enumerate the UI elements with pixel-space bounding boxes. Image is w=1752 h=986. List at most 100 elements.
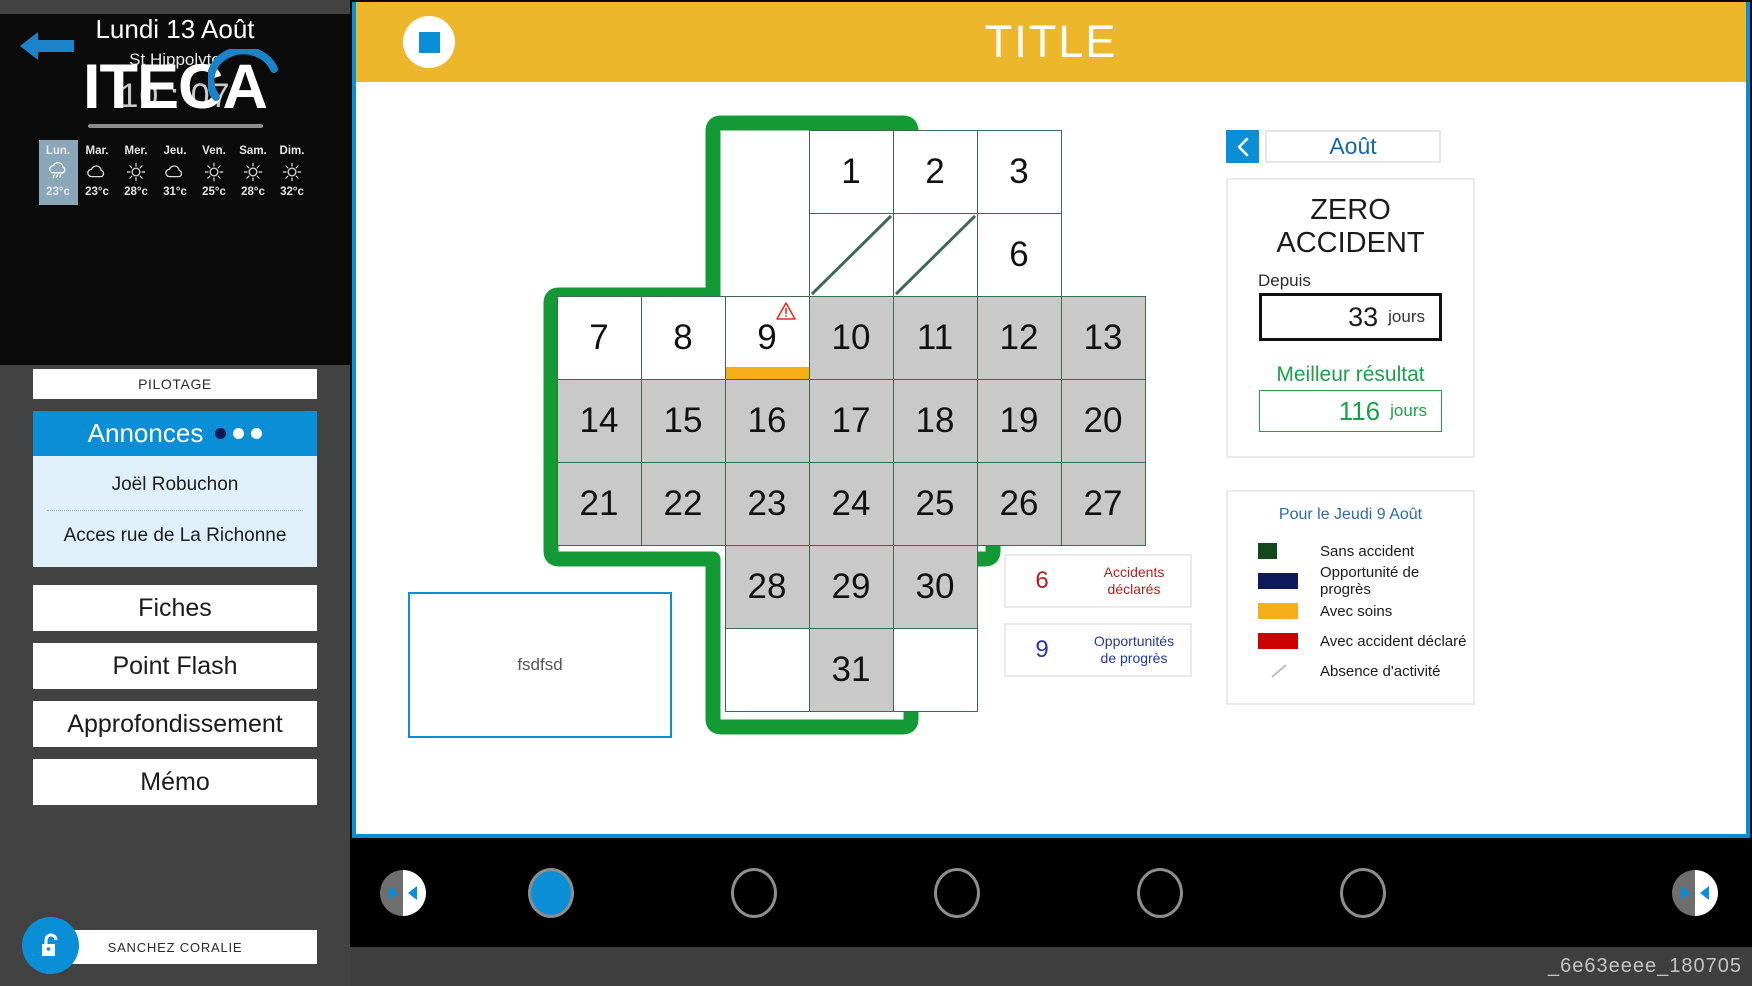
day-number: 10 xyxy=(831,317,871,357)
calendar-day-30[interactable]: 30 xyxy=(892,544,978,629)
stat-label-line2: déclarés xyxy=(1107,581,1161,597)
calendar-day-22[interactable]: 22 xyxy=(640,461,726,546)
sidebar-menu: PILOTAGE Annonces Joël Robuchon Acces ru… xyxy=(0,351,350,986)
stat-value: 6 xyxy=(1035,567,1049,594)
calendar-day-19[interactable]: 19 xyxy=(976,378,1062,463)
weather-day-5: Sam. 28°c xyxy=(234,140,273,205)
calendar-cell-blank xyxy=(724,627,810,712)
calendar-day-7[interactable]: 7 xyxy=(556,295,642,380)
calendar-cell-empty xyxy=(1061,130,1146,214)
day-number: 11 xyxy=(916,317,954,357)
pager-dot-1[interactable] xyxy=(233,428,245,439)
day-number: 15 xyxy=(663,400,703,440)
note-textbox[interactable]: fsdfsd xyxy=(408,592,672,738)
calendar-day-6[interactable]: 6 xyxy=(976,212,1062,297)
pager-prev-icon[interactable] xyxy=(378,868,428,918)
calendar-cell-empty xyxy=(641,213,726,297)
calendar-day-9[interactable]: 9 xyxy=(724,295,810,380)
legend-title: Pour le Jeudi 9 Août xyxy=(1278,506,1423,523)
sidebar-item-point-flash[interactable]: Point Flash xyxy=(33,643,317,689)
stat-card-accidents[interactable]: 6 Accidents déclarés xyxy=(1004,554,1192,608)
calendar-day-2[interactable]: 2 xyxy=(892,129,978,214)
calendar-day-14[interactable]: 14 xyxy=(556,378,642,463)
legend-swatch-navy xyxy=(1258,573,1298,589)
calendar-day-4[interactable] xyxy=(808,212,894,297)
stop-square-icon[interactable] xyxy=(403,16,455,68)
nav-circle-2[interactable] xyxy=(731,868,777,918)
calendar-day-28[interactable]: 28 xyxy=(724,544,810,629)
annonces-pager-dots[interactable] xyxy=(215,428,263,439)
cloud-icon xyxy=(156,159,195,185)
sidebar-item-approfondissement[interactable]: Approfondissement xyxy=(33,701,317,747)
calendar-day-3[interactable]: 3 xyxy=(976,129,1062,214)
logo: ITECA xyxy=(0,49,350,119)
calendar-day-15[interactable]: 15 xyxy=(640,378,726,463)
calendar-day-10[interactable]: 10 xyxy=(808,295,894,380)
main-area: TITLE 1 2 3 6 7 8 9 10 11 12 13 14 15 16… xyxy=(350,0,1752,986)
calendar-day-8[interactable]: 8 xyxy=(640,295,726,380)
calendar-day-5[interactable] xyxy=(892,212,978,297)
app-root: ITECA Lundi 13 Août St Hippolyte 10 : 07… xyxy=(0,0,1752,986)
calendar-day-13[interactable]: 13 xyxy=(1060,295,1146,380)
annonces-card[interactable]: Annonces Joël Robuchon Acces rue de La R… xyxy=(33,411,317,567)
stat-card-opportunities[interactable]: 9 Opportunités de progrès xyxy=(1004,623,1192,677)
sidebar-item-fiches[interactable]: Fiches xyxy=(33,585,317,631)
calendar-cell-empty xyxy=(1061,213,1146,297)
sidebar: ITECA Lundi 13 Août St Hippolyte 10 : 07… xyxy=(0,0,350,986)
calendar-day-21[interactable]: 21 xyxy=(556,461,642,546)
calendar-cell-empty xyxy=(725,213,810,297)
legend-label: Avec soins xyxy=(1320,602,1393,620)
calendar-day-31[interactable]: 31 xyxy=(808,627,894,712)
unlock-icon[interactable] xyxy=(22,917,79,974)
nav-circle-5[interactable] xyxy=(1340,868,1386,918)
weather-temp: 23°c xyxy=(85,186,109,198)
depuis-value: 33 xyxy=(1348,301,1379,332)
calendar-day-26[interactable]: 26 xyxy=(976,461,1062,546)
sidebar-item-memo[interactable]: Mémo xyxy=(33,759,317,805)
calendar-day-17[interactable]: 17 xyxy=(808,378,894,463)
day-number: 19 xyxy=(999,400,1039,440)
calendar-day-29[interactable]: 29 xyxy=(808,544,894,629)
calendar-cell-empty xyxy=(725,130,810,214)
calendar-day-25[interactable]: 25 xyxy=(892,461,978,546)
calendar-day-20[interactable]: 20 xyxy=(1060,378,1146,463)
sidebar-item-pilotage[interactable]: PILOTAGE xyxy=(33,369,317,399)
weather-day-1: Mar. 23°c xyxy=(78,140,117,205)
month-label[interactable]: Août xyxy=(1265,130,1441,163)
annonce-item: Joël Robuchon xyxy=(111,474,239,495)
weather-temp: 32°c xyxy=(280,186,304,198)
calendar-day-11[interactable]: 11 xyxy=(892,295,978,380)
clock-divider xyxy=(87,124,263,128)
calendar-cell-empty xyxy=(557,213,642,297)
annonces-header[interactable]: Annonces xyxy=(33,411,317,456)
nav-circle-4[interactable] xyxy=(1137,868,1183,918)
chevron-left-icon[interactable] xyxy=(1226,130,1259,163)
day-number: 30 xyxy=(915,566,955,606)
calendar-day-16[interactable]: 16 xyxy=(724,378,810,463)
zero-title-line2: ACCIDENT xyxy=(1276,227,1425,259)
day-number: 6 xyxy=(1009,234,1029,274)
zero-accident-title: ZERO ACCIDENT xyxy=(1228,194,1473,260)
day-number: 12 xyxy=(999,317,1039,357)
nav-circle-3[interactable] xyxy=(934,868,980,918)
pager-dot-2[interactable] xyxy=(251,428,263,439)
calendar-day-23[interactable]: 23 xyxy=(724,461,810,546)
nav-circle-1[interactable] xyxy=(528,868,574,918)
legend-panel: Pour le Jeudi 9 Août Sans accident Oppor… xyxy=(1226,490,1475,705)
day-number: 27 xyxy=(1083,483,1123,523)
calendar-day-1[interactable]: 1 xyxy=(808,129,894,214)
calendar-day-27[interactable]: 27 xyxy=(1060,461,1146,546)
calendar-day-12[interactable]: 12 xyxy=(976,295,1062,380)
weather-day-label: Ven. xyxy=(202,145,226,157)
calendar-day-24[interactable]: 24 xyxy=(808,461,894,546)
pager-dot-0[interactable] xyxy=(215,428,227,439)
calendar-cell-empty xyxy=(641,130,726,214)
best-result-label: Meilleur résultat xyxy=(1276,363,1425,386)
calendar-day-18[interactable]: 18 xyxy=(892,378,978,463)
weather-day-label: Mer. xyxy=(124,145,148,157)
pager-next-icon[interactable] xyxy=(1670,868,1720,918)
annonce-divider xyxy=(47,510,303,511)
sun-icon xyxy=(195,159,234,185)
best-result-unit: jours xyxy=(1390,401,1427,420)
day-number: 18 xyxy=(915,400,955,440)
